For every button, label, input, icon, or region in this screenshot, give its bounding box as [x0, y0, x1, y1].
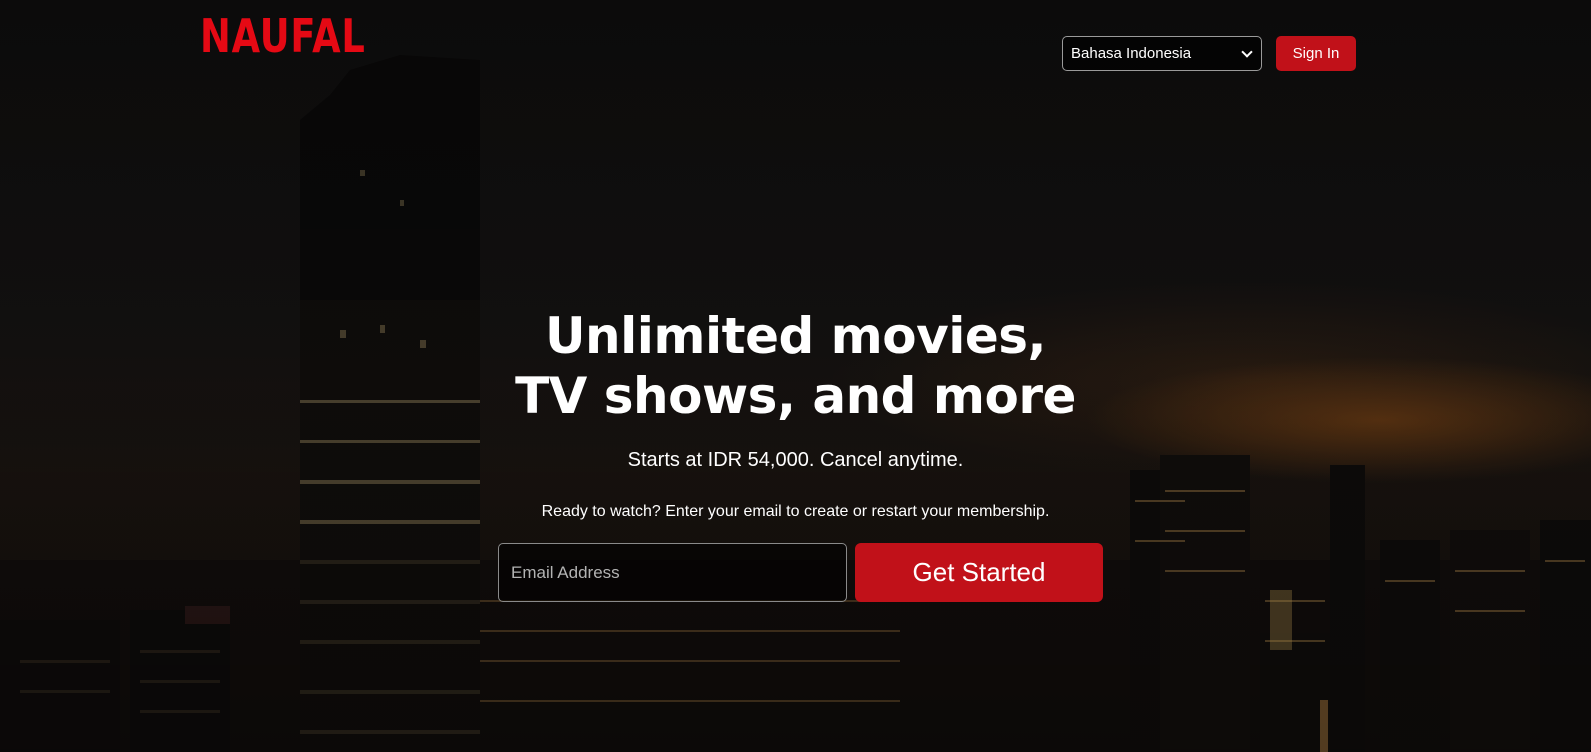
hero-subtitle: Starts at IDR 54,000. Cancel anytime. — [627, 449, 964, 471]
hero-headline: Unlimited movies, TV shows, and more — [0, 306, 1591, 426]
hero-section: NAUFAL Bahasa Indonesia Sign In Unlimite… — [0, 0, 1591, 752]
hero-headline-line-2: TV shows, and more — [515, 367, 1076, 425]
membership-prompt: Ready to watch? Enter your email to crea… — [541, 503, 1050, 520]
sign-in-button[interactable]: Sign In — [1276, 36, 1356, 71]
hero-headline-line-1: Unlimited movies, — [544, 307, 1047, 365]
language-select[interactable]: Bahasa Indonesia — [1062, 36, 1262, 71]
language-select-value: Bahasa Indonesia — [1071, 45, 1192, 62]
get-started-button[interactable]: Get Started — [855, 543, 1103, 602]
email-input-placeholder: Email Address — [511, 562, 620, 582]
chevron-down-icon — [1241, 45, 1253, 58]
email-input[interactable]: Email Address — [498, 543, 847, 602]
brand-logo[interactable]: NAUFAL — [200, 10, 366, 62]
